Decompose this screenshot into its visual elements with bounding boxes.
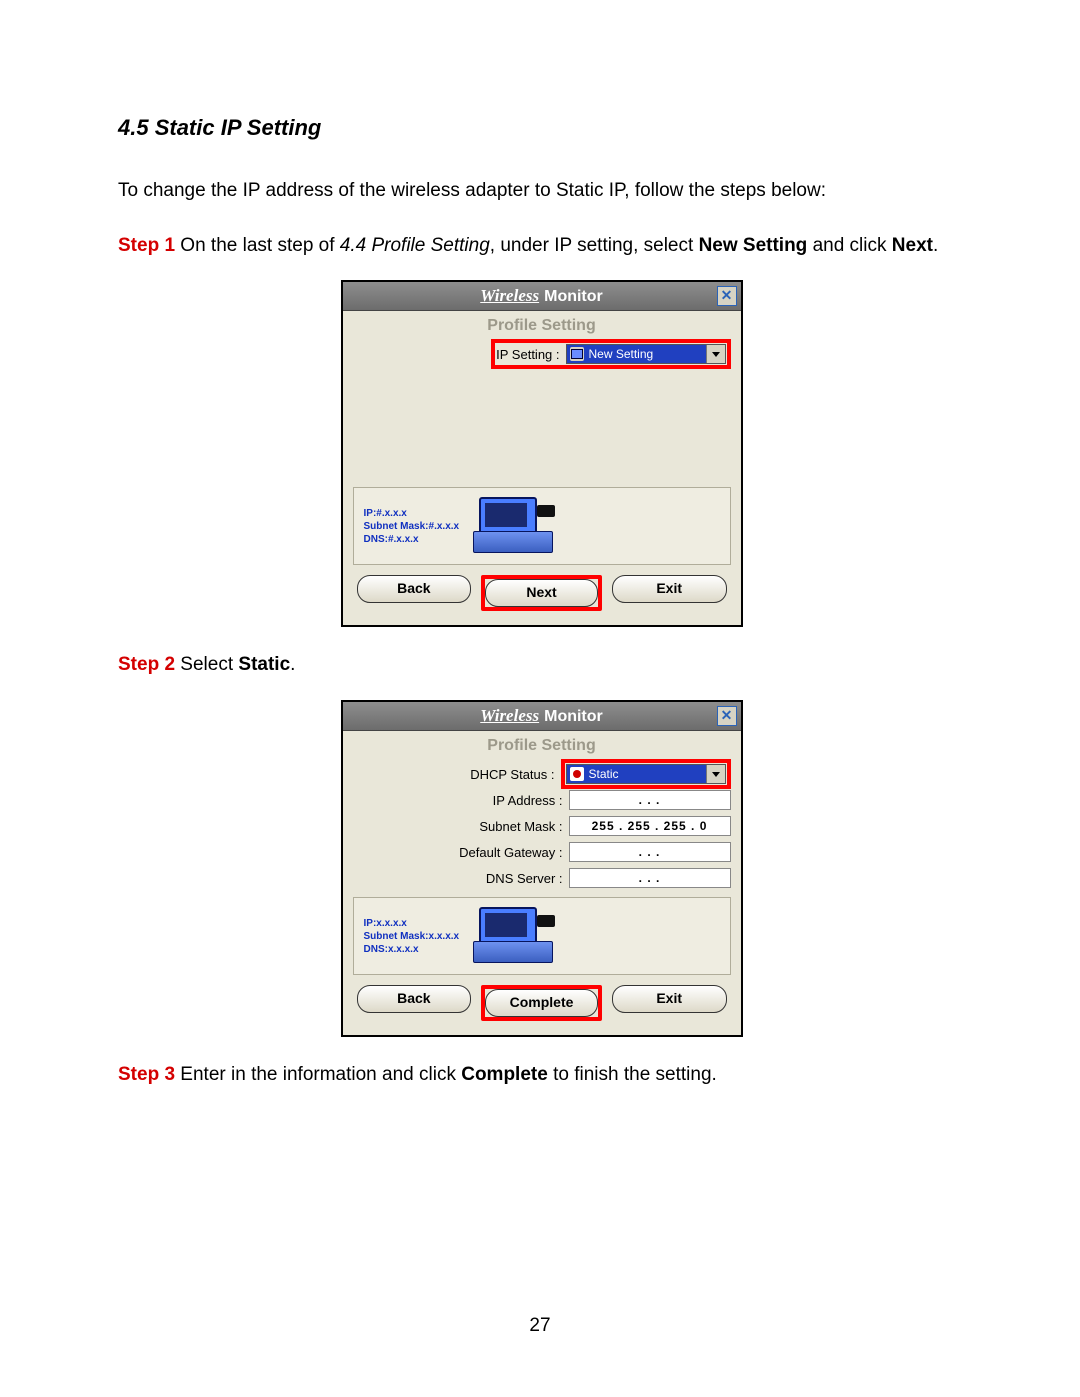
step-1-bold-1: New Setting (699, 235, 808, 256)
document-page: 4.5 Static IP Setting To change the IP a… (0, 0, 1080, 1397)
info-panel: IP:x.x.x.x Subnet Mask:x.x.x.x DNS:x.x.x… (353, 897, 731, 975)
complete-button-highlight: Complete (481, 985, 602, 1021)
step-1: Step 1 On the last step of 4.4 Profile S… (118, 234, 965, 259)
button-row: Back Next Exit (353, 565, 731, 615)
back-button[interactable]: Back (357, 575, 472, 603)
step-1-label: Step 1 (118, 235, 175, 256)
step-2-label: Step 2 (118, 654, 175, 675)
back-button[interactable]: Back (357, 985, 472, 1013)
step-3-bold-1: Complete (461, 1064, 548, 1085)
dns-server-row: DNS Server : . . . (353, 865, 731, 891)
info-text: IP:#.x.x.x Subnet Mask:#.x.x.x DNS:#.x.x… (364, 507, 460, 546)
exit-button[interactable]: Exit (612, 575, 727, 603)
screenshot-1: Wireless Monitor ✕ Profile Setting IP Se… (118, 280, 965, 627)
step-2-text-a: Select (175, 654, 238, 675)
intro-text: To change the IP address of the wireless… (118, 179, 965, 204)
close-icon[interactable]: ✕ (717, 286, 737, 306)
title-monitor: Monitor (544, 288, 603, 306)
step-1-text-b: , under IP setting, select (490, 235, 699, 256)
ip-address-field[interactable]: . . . (569, 790, 731, 810)
laptop-icon (473, 497, 555, 555)
form-rows: DHCP Status : Static IP Address : . . (353, 761, 731, 891)
screenshot-2: Wireless Monitor ✕ Profile Setting DHCP … (118, 700, 965, 1037)
dhcp-status-highlight: Static (561, 759, 731, 789)
subnet-mask-field[interactable]: 255 . 255 . 255 . 0 (569, 816, 731, 836)
button-row: Back Complete Exit (353, 975, 731, 1025)
info-panel: IP:#.x.x.x Subnet Mask:#.x.x.x DNS:#.x.x… (353, 487, 731, 565)
step-1-text-c: and click (807, 235, 891, 256)
ip-address-label: IP Address : (493, 793, 563, 808)
next-button[interactable]: Next (485, 579, 598, 607)
step-3: Step 3 Enter in the information and clic… (118, 1063, 965, 1088)
dhcp-status-row: DHCP Status : Static (353, 761, 731, 787)
static-dot-icon (570, 767, 584, 781)
window-body: Profile Setting DHCP Status : Static (343, 731, 741, 1035)
step-2-text-b: . (290, 654, 295, 675)
step-3-text-b: to finish the setting. (548, 1064, 717, 1085)
profile-setting-title: Profile Setting (353, 317, 731, 335)
title-wireless: Wireless (480, 706, 539, 726)
next-button-highlight: Next (481, 575, 602, 611)
wireless-monitor-window-1: Wireless Monitor ✕ Profile Setting IP Se… (341, 280, 743, 627)
laptop-icon (473, 907, 555, 965)
subnet-mask-label: Subnet Mask : (479, 819, 562, 834)
window-body: Profile Setting IP Setting : New Setting (343, 311, 741, 625)
window-title: Wireless Monitor (480, 706, 603, 726)
default-gateway-label: Default Gateway : (459, 845, 562, 860)
step-3-label: Step 3 (118, 1064, 175, 1085)
page-number: 27 (0, 1315, 1080, 1337)
dns-server-field[interactable]: . . . (569, 868, 731, 888)
default-gateway-row: Default Gateway : . . . (353, 839, 731, 865)
dhcp-status-dropdown[interactable]: Static (566, 764, 726, 784)
window-title: Wireless Monitor (480, 286, 603, 306)
default-gateway-field[interactable]: . . . (569, 842, 731, 862)
info-text: IP:x.x.x.x Subnet Mask:x.x.x.x DNS:x.x.x… (364, 917, 460, 956)
step-2-bold-1: Static (238, 654, 290, 675)
step-1-ref: 4.4 Profile Setting (340, 235, 490, 256)
section-heading: 4.5 Static IP Setting (118, 115, 965, 141)
step-1-bold-2: Next (892, 235, 933, 256)
dhcp-status-value: Static (589, 767, 619, 781)
titlebar: Wireless Monitor ✕ (343, 702, 741, 731)
title-wireless: Wireless (480, 286, 539, 306)
network-icon (570, 347, 584, 361)
profile-setting-title: Profile Setting (353, 737, 731, 755)
ip-setting-label: IP Setting : (496, 347, 559, 362)
chevron-down-icon[interactable] (706, 765, 725, 783)
ip-address-row: IP Address : . . . (353, 787, 731, 813)
form-rows: IP Setting : New Setting (353, 341, 731, 481)
chevron-down-icon[interactable] (706, 345, 725, 363)
close-icon[interactable]: ✕ (717, 706, 737, 726)
ip-setting-highlight: IP Setting : New Setting (491, 339, 730, 369)
step-2: Step 2 Select Static. (118, 653, 965, 678)
ip-setting-value: New Setting (589, 347, 654, 361)
wireless-monitor-window-2: Wireless Monitor ✕ Profile Setting DHCP … (341, 700, 743, 1037)
dns-server-label: DNS Server : (486, 871, 563, 886)
dhcp-status-label: DHCP Status : (470, 767, 554, 782)
step-3-text-a: Enter in the information and click (175, 1064, 461, 1085)
step-1-text-d: . (933, 235, 938, 256)
title-monitor: Monitor (544, 708, 603, 726)
titlebar: Wireless Monitor ✕ (343, 282, 741, 311)
exit-button[interactable]: Exit (612, 985, 727, 1013)
step-1-text-a: On the last step of (175, 235, 340, 256)
ip-setting-dropdown[interactable]: New Setting (566, 344, 726, 364)
subnet-mask-row: Subnet Mask : 255 . 255 . 255 . 0 (353, 813, 731, 839)
complete-button[interactable]: Complete (485, 989, 598, 1017)
ip-setting-row: IP Setting : New Setting (353, 341, 731, 367)
